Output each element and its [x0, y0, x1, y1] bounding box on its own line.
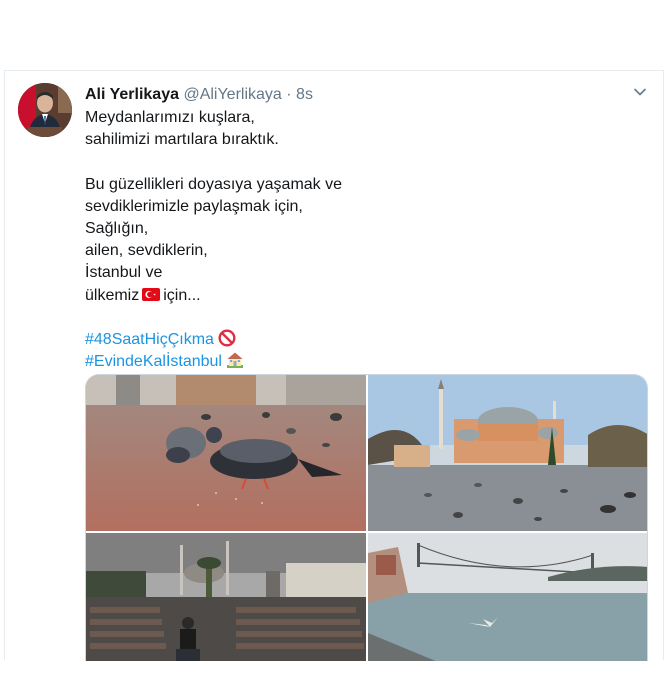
- author-name[interactable]: Ali Yerlikaya: [85, 86, 179, 103]
- tweet-line-text: ülkemiz: [85, 286, 140, 304]
- photo-hagia-sophia[interactable]: [368, 375, 647, 531]
- tweet-line: Meydanlarımızı kuşlara,: [85, 109, 255, 126]
- turkey-flag-icon: [142, 287, 161, 301]
- photo-empty-park[interactable]: [86, 533, 366, 661]
- chevron-down-icon[interactable]: [633, 85, 647, 99]
- media-grid: [85, 374, 648, 661]
- house-icon: [226, 351, 244, 369]
- tweet-card[interactable]: Ali Yerlikaya @AliYerlikaya · 8s Meydanl…: [4, 70, 664, 661]
- tweet-text: Meydanlarımızı kuşlara, sahilimizi martı…: [85, 107, 645, 373]
- photo-pigeons-square[interactable]: [86, 375, 366, 531]
- no-entry-icon: [218, 329, 236, 347]
- separator-dot: ·: [286, 86, 292, 103]
- hashtag-link[interactable]: #48SaatHiçÇıkma: [85, 331, 214, 348]
- tweet-line: ailen, sevdiklerin,: [85, 242, 208, 260]
- hashtag-link[interactable]: #EvindeKalİstanbul: [85, 353, 222, 370]
- tweet-line-text: için...: [163, 286, 201, 304]
- avatar[interactable]: [18, 83, 72, 137]
- photo-bosphorus[interactable]: [368, 533, 647, 661]
- tweet-line: İstanbul ve: [85, 264, 163, 282]
- author-handle[interactable]: @AliYerlikaya: [183, 86, 281, 103]
- tweet-line: Bu güzellikleri doyasıya yaşamak ve: [85, 175, 343, 193]
- tweet-line: sahilimizi martılara bıraktık.: [85, 131, 279, 149]
- tweet-line-with-flag: ülkemiz için...: [85, 285, 645, 307]
- hashtag-line: #48SaatHiçÇıkma: [85, 329, 645, 351]
- timestamp[interactable]: 8s: [296, 86, 313, 103]
- tweet-line: sevdiklerimizle paylaşmak için,: [85, 197, 303, 215]
- hashtag-line: #EvindeKalİstanbul: [85, 351, 645, 373]
- tweet-header: Ali Yerlikaya @AliYerlikaya · 8s: [85, 85, 313, 105]
- tweet-line: Sağlığın,: [85, 219, 149, 237]
